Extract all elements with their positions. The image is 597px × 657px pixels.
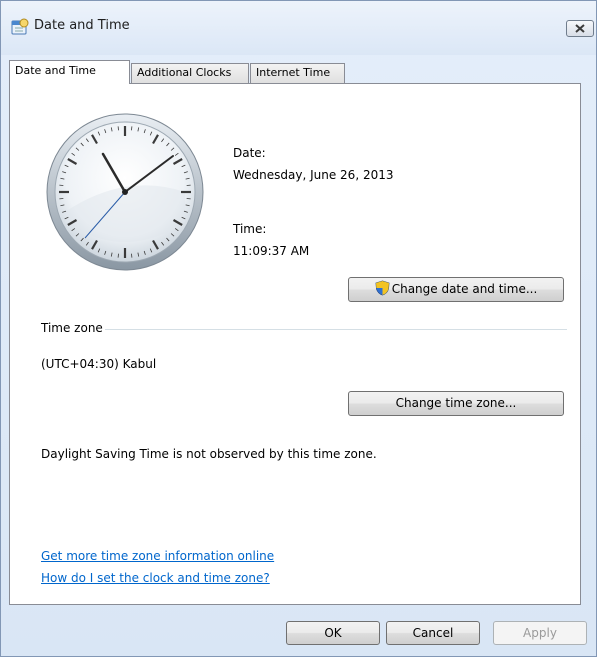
window-title: Date and Time	[34, 18, 130, 33]
close-icon	[575, 24, 585, 33]
ok-button[interactable]: OK	[286, 621, 380, 645]
change-date-time-label: Change date and time...	[391, 282, 538, 296]
tab-date-and-time[interactable]: Date and Time	[9, 60, 130, 84]
date-label: Date:	[233, 146, 266, 160]
date-time-dialog: Date and Time Date and Time Additional C…	[0, 0, 597, 657]
tab-internet-time[interactable]: Internet Time	[250, 63, 345, 83]
date-value: Wednesday, June 26, 2013	[233, 168, 394, 182]
uac-shield-icon	[375, 280, 390, 296]
cancel-button[interactable]: Cancel	[386, 621, 480, 645]
time-value: 11:09:37 AM	[233, 244, 310, 258]
how-to-link[interactable]: How do I set the clock and time zone?	[41, 571, 270, 585]
calendar-clock-icon	[11, 18, 29, 35]
change-time-zone-button[interactable]: Change time zone...	[348, 391, 564, 416]
time-zone-value: (UTC+04:30) Kabul	[41, 357, 157, 371]
group-divider	[105, 329, 567, 330]
apply-button[interactable]: Apply	[493, 621, 587, 645]
time-zone-group-label: Time zone	[41, 321, 109, 335]
close-button[interactable]	[566, 20, 594, 37]
dst-note: Daylight Saving Time is not observed by …	[41, 447, 377, 461]
time-label: Time:	[233, 222, 267, 236]
tab-panel: Date: Wednesday, June 26, 2013 Time: 11:…	[9, 83, 581, 605]
more-info-link[interactable]: Get more time zone information online	[41, 549, 274, 563]
analog-clock	[46, 113, 204, 271]
tab-additional-clocks[interactable]: Additional Clocks	[131, 63, 249, 83]
change-date-time-button[interactable]: Change date and time...	[348, 277, 564, 302]
title-bar[interactable]: Date and Time	[1, 1, 596, 55]
